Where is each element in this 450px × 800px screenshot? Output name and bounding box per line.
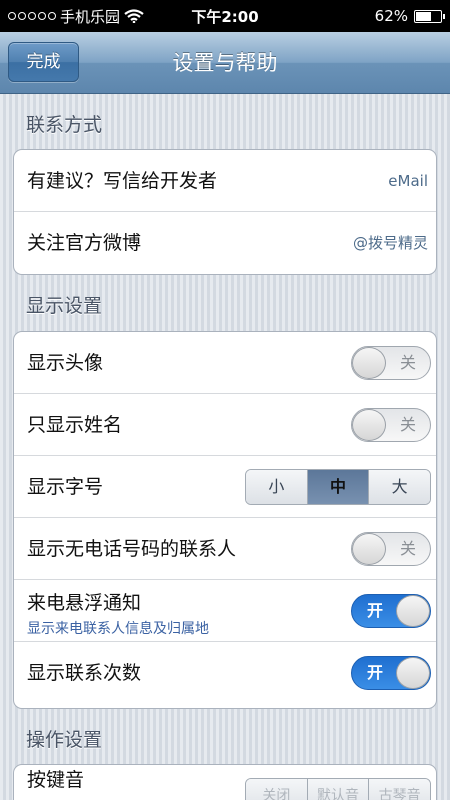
toggle-knob	[352, 533, 386, 565]
name-only-label: 只显示姓名	[27, 414, 123, 436]
weibo-label: 关注官方微博	[27, 232, 142, 254]
wifi-icon	[124, 9, 144, 23]
toggle-state-label: 关	[399, 353, 416, 372]
key-tone-guqin-segment[interactable]: 古琴音	[369, 779, 430, 800]
no-phone-contacts-label: 显示无电话号码的联系人	[27, 538, 237, 560]
toggle-knob	[396, 657, 430, 689]
call-float-label: 来电悬浮通知	[27, 592, 142, 614]
page-title: 设置与帮助	[172, 51, 278, 75]
font-size-medium-segment[interactable]: 中	[307, 470, 370, 504]
battery-icon	[414, 9, 445, 23]
contact-count-row: 显示联系次数 开	[14, 642, 436, 704]
name-only-row: 只显示姓名 关	[14, 394, 436, 456]
key-tone-label: 按键音	[27, 769, 85, 791]
toggle-knob	[396, 595, 430, 627]
battery-percent: 62%	[374, 7, 408, 25]
show-avatar-row: 显示头像 关	[14, 332, 436, 394]
toggle-state-label: 开	[367, 601, 384, 620]
weibo-row[interactable]: 关注官方微博 @拨号精灵	[14, 212, 436, 274]
display-group: 显示头像 关 只显示姓名 关 显示字号 小 中 大 显示无电话号码的联系人 关 …	[13, 331, 437, 709]
call-float-toggle[interactable]: 开	[351, 594, 431, 628]
font-size-label: 显示字号	[27, 476, 104, 498]
section-title-operation: 操作设置	[26, 729, 103, 751]
toggle-state-label: 关	[399, 539, 416, 558]
nav-bar: 完成 设置与帮助	[0, 32, 450, 94]
font-size-large-segment[interactable]: 大	[369, 470, 430, 504]
contact-count-toggle[interactable]: 开	[351, 656, 431, 690]
operation-group: 按键音 关闭 默认音 古琴音	[13, 764, 437, 800]
font-size-small-segment[interactable]: 小	[246, 470, 308, 504]
key-tone-row: 按键音 关闭 默认音 古琴音	[14, 765, 436, 800]
section-title-contact: 联系方式	[26, 114, 103, 136]
toggle-knob	[352, 347, 386, 379]
status-bar: 手机乐园 下午2:00 62%	[0, 0, 450, 32]
name-only-toggle[interactable]: 关	[351, 408, 431, 442]
toggle-knob	[352, 409, 386, 441]
show-avatar-label: 显示头像	[27, 352, 104, 374]
email-detail: eMail	[388, 172, 428, 190]
carrier-name: 手机乐园	[60, 7, 121, 26]
key-tone-default-segment[interactable]: 默认音	[307, 779, 370, 800]
no-phone-contacts-toggle[interactable]: 关	[351, 532, 431, 566]
key-tone-off-segment[interactable]: 关闭	[246, 779, 308, 800]
font-size-row: 显示字号 小 中 大	[14, 456, 436, 518]
font-size-segmented-control: 小 中 大	[245, 469, 431, 505]
email-developer-row[interactable]: 有建议？写信给开发者 eMail	[14, 150, 436, 212]
contact-group: 有建议？写信给开发者 eMail 关注官方微博 @拨号精灵	[13, 149, 437, 275]
email-developer-label: 有建议？写信给开发者	[27, 170, 218, 192]
no-phone-contacts-row: 显示无电话号码的联系人 关	[14, 518, 436, 580]
signal-dots-icon	[8, 12, 56, 20]
section-title-display: 显示设置	[26, 295, 103, 317]
toggle-state-label: 关	[399, 415, 416, 434]
call-float-row: 来电悬浮通知 显示来电联系人信息及归属地 开	[14, 580, 436, 642]
show-avatar-toggle[interactable]: 关	[351, 346, 431, 380]
toggle-state-label: 开	[367, 663, 384, 682]
call-float-sublabel: 显示来电联系人信息及归属地	[27, 621, 209, 637]
weibo-detail: @拨号精灵	[352, 234, 428, 252]
contact-count-label: 显示联系次数	[27, 662, 142, 684]
key-tone-segmented-control: 关闭 默认音 古琴音	[245, 778, 431, 800]
